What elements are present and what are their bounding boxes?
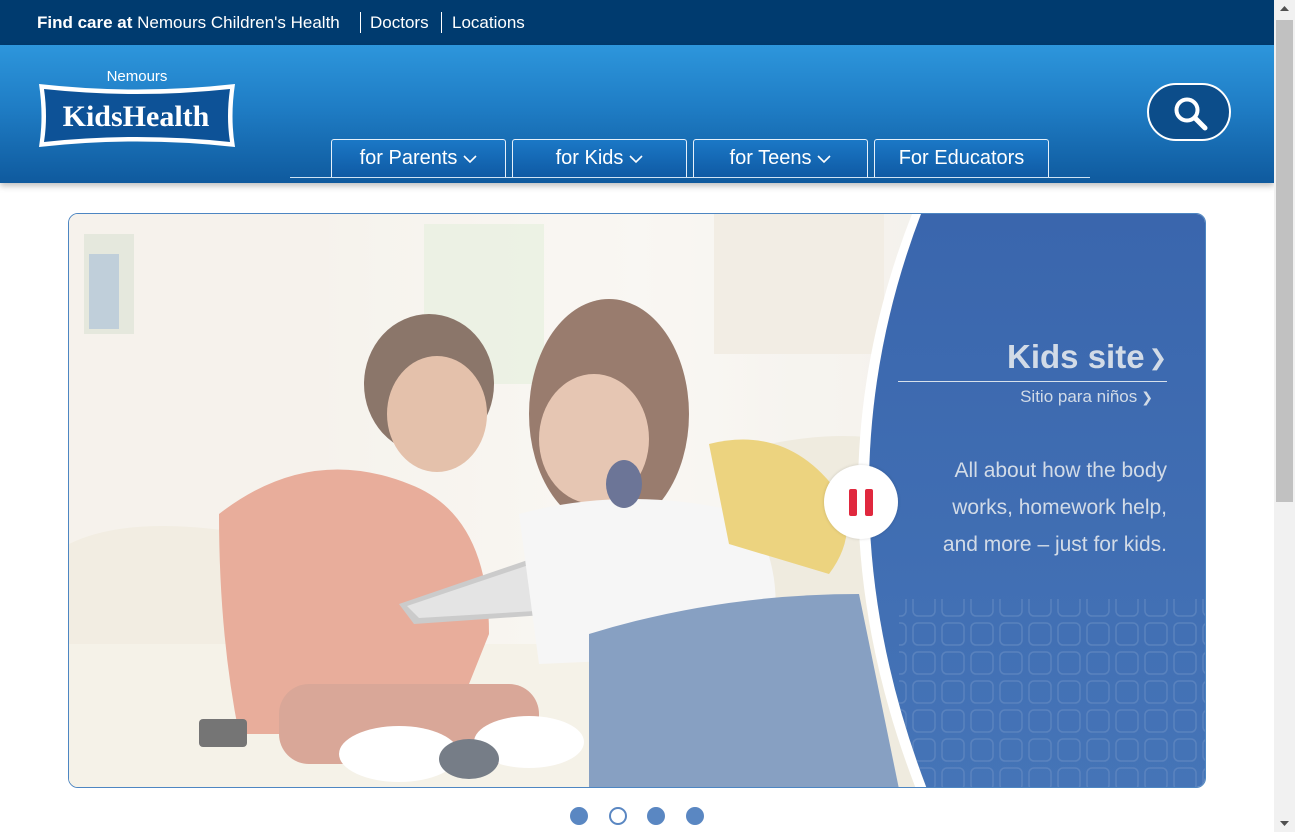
- kids-site-link[interactable]: Kids site ❯: [1007, 338, 1167, 376]
- locations-link[interactable]: Locations: [452, 13, 525, 33]
- logo-nemours-text: Nemours: [107, 68, 168, 85]
- search-button[interactable]: [1147, 83, 1231, 141]
- carousel-dot-2[interactable]: [609, 807, 627, 825]
- nav-tab-teens[interactable]: for Teens: [693, 139, 868, 177]
- hero-description: All about how the body works, homework h…: [907, 452, 1167, 563]
- panel-divider: [898, 381, 1167, 382]
- kidshealth-logo[interactable]: Nemours KidsHealth: [34, 65, 240, 155]
- chevron-down-icon: [817, 155, 832, 164]
- kids-site-label: Kids site: [1007, 338, 1145, 375]
- scrollbar-thumb[interactable]: [1276, 20, 1293, 502]
- nav-tab-parents[interactable]: for Parents: [331, 139, 506, 177]
- pause-button[interactable]: [824, 465, 898, 539]
- scroll-down-arrow-icon[interactable]: [1274, 815, 1295, 832]
- nav-tab-kids[interactable]: for Kids: [512, 139, 687, 177]
- chevron-down-icon: [629, 155, 643, 164]
- hero-description-line: works, homework help,: [952, 496, 1167, 519]
- nav-tab-label: for Kids: [555, 147, 624, 169]
- carousel-dot-1[interactable]: [570, 807, 588, 825]
- site-header: Nemours KidsHealth for Parents for Kids …: [0, 45, 1274, 183]
- divider: [360, 12, 361, 33]
- carousel-dot-3[interactable]: [647, 807, 665, 825]
- search-icon: [1174, 97, 1208, 131]
- nav-tab-label: for Parents: [359, 147, 458, 169]
- nav-underline: [290, 177, 1090, 178]
- doctors-link[interactable]: Doctors: [370, 13, 429, 33]
- carousel-dot-4[interactable]: [686, 807, 704, 825]
- find-care-text: Find care at Nemours Children's Health: [37, 13, 340, 33]
- scroll-up-arrow-icon[interactable]: [1274, 0, 1295, 17]
- divider: [441, 12, 442, 33]
- hero-description-line: and more – just for kids.: [942, 533, 1167, 556]
- find-care-label: Find care at: [37, 13, 133, 32]
- kidshealth-logo-image: Nemours KidsHealth: [39, 68, 235, 147]
- logo-kidshealth-text: KidsHealth: [63, 100, 210, 133]
- nemours-childrens-health-link[interactable]: Nemours Children's Health: [137, 13, 340, 32]
- hero-carousel-slide[interactable]: Kids site ❯ Sitio para niños ❯ All about h…: [68, 213, 1206, 788]
- chevron-down-icon: [463, 155, 477, 164]
- top-utility-bar: Find care at Nemours Children's Health D…: [0, 0, 1274, 45]
- nav-tab-label: for Teens: [729, 147, 812, 169]
- chevron-right-icon: ❯: [1141, 389, 1153, 405]
- sitio-para-ninos-link[interactable]: Sitio para niños ❯: [1020, 387, 1153, 407]
- nav-tab-label: For Educators: [898, 147, 1025, 169]
- vertical-scrollbar[interactable]: [1274, 0, 1295, 832]
- hero-description-line: All about how the body: [954, 459, 1167, 482]
- sitio-label: Sitio para niños: [1020, 387, 1138, 406]
- nav-tab-educators[interactable]: For Educators: [874, 139, 1049, 177]
- chevron-right-icon: ❯: [1148, 345, 1167, 370]
